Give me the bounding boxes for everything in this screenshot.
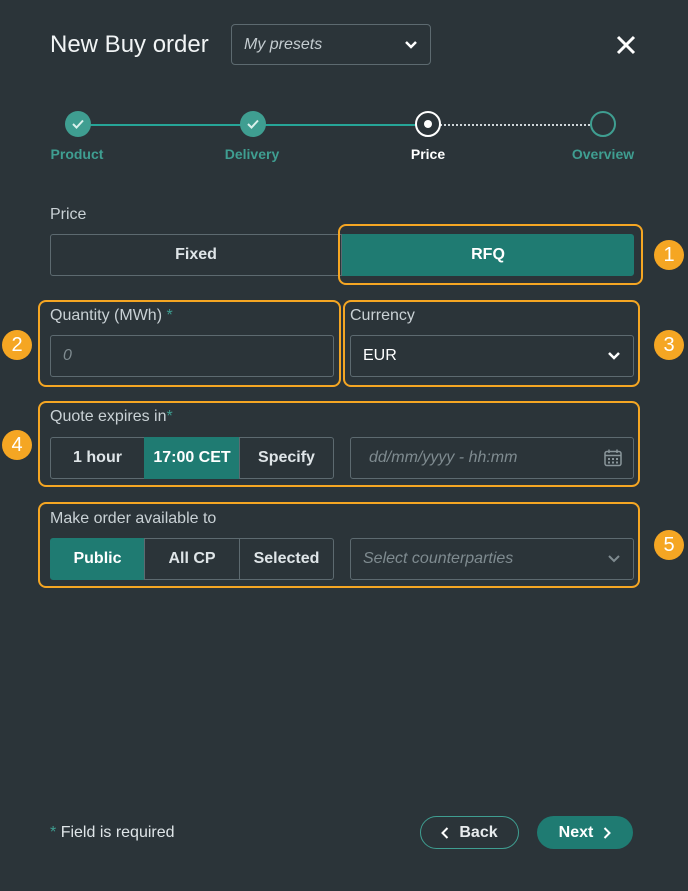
dialog-title: New Buy order xyxy=(50,31,209,58)
required-note: * Field is required xyxy=(50,824,175,841)
annotation-badge-5: 5 xyxy=(654,530,684,560)
chevron-down-icon xyxy=(405,40,417,49)
step-price-label: Price xyxy=(410,146,446,162)
check-icon xyxy=(247,119,259,129)
step-delivery-circle[interactable] xyxy=(240,111,266,137)
highlight-box-1 xyxy=(338,224,643,285)
annotation-badge-4: 4 xyxy=(2,430,32,460)
close-icon[interactable] xyxy=(612,31,640,59)
price-label: Price xyxy=(50,206,87,223)
step-price-circle xyxy=(415,111,441,137)
back-label: Back xyxy=(459,823,498,841)
check-icon xyxy=(72,119,84,129)
step-delivery-label[interactable]: Delivery xyxy=(192,146,312,162)
highlight-box-4 xyxy=(38,401,640,487)
step-product-circle[interactable] xyxy=(65,111,91,137)
presets-dropdown[interactable]: My presets xyxy=(231,24,431,65)
annotation-badge-3: 3 xyxy=(654,330,684,360)
chevron-right-icon xyxy=(604,826,612,839)
next-button[interactable]: Next xyxy=(537,816,633,849)
required-mark: * xyxy=(50,824,57,841)
stepper-line-pending xyxy=(440,124,590,126)
step-product-label[interactable]: Product xyxy=(17,146,137,162)
highlight-box-2 xyxy=(38,300,341,387)
step-overview-label: Overview xyxy=(571,146,635,162)
annotation-badge-2: 2 xyxy=(2,330,32,360)
back-button[interactable]: Back xyxy=(420,816,519,849)
chevron-left-icon xyxy=(441,826,449,839)
highlight-box-3 xyxy=(343,300,640,387)
presets-value: My presets xyxy=(244,35,323,53)
price-fixed-button[interactable]: Fixed xyxy=(50,234,342,276)
highlight-box-5 xyxy=(38,502,640,588)
step-overview-circle xyxy=(590,111,616,137)
annotation-badge-1: 1 xyxy=(654,240,684,270)
next-label: Next xyxy=(558,823,594,841)
